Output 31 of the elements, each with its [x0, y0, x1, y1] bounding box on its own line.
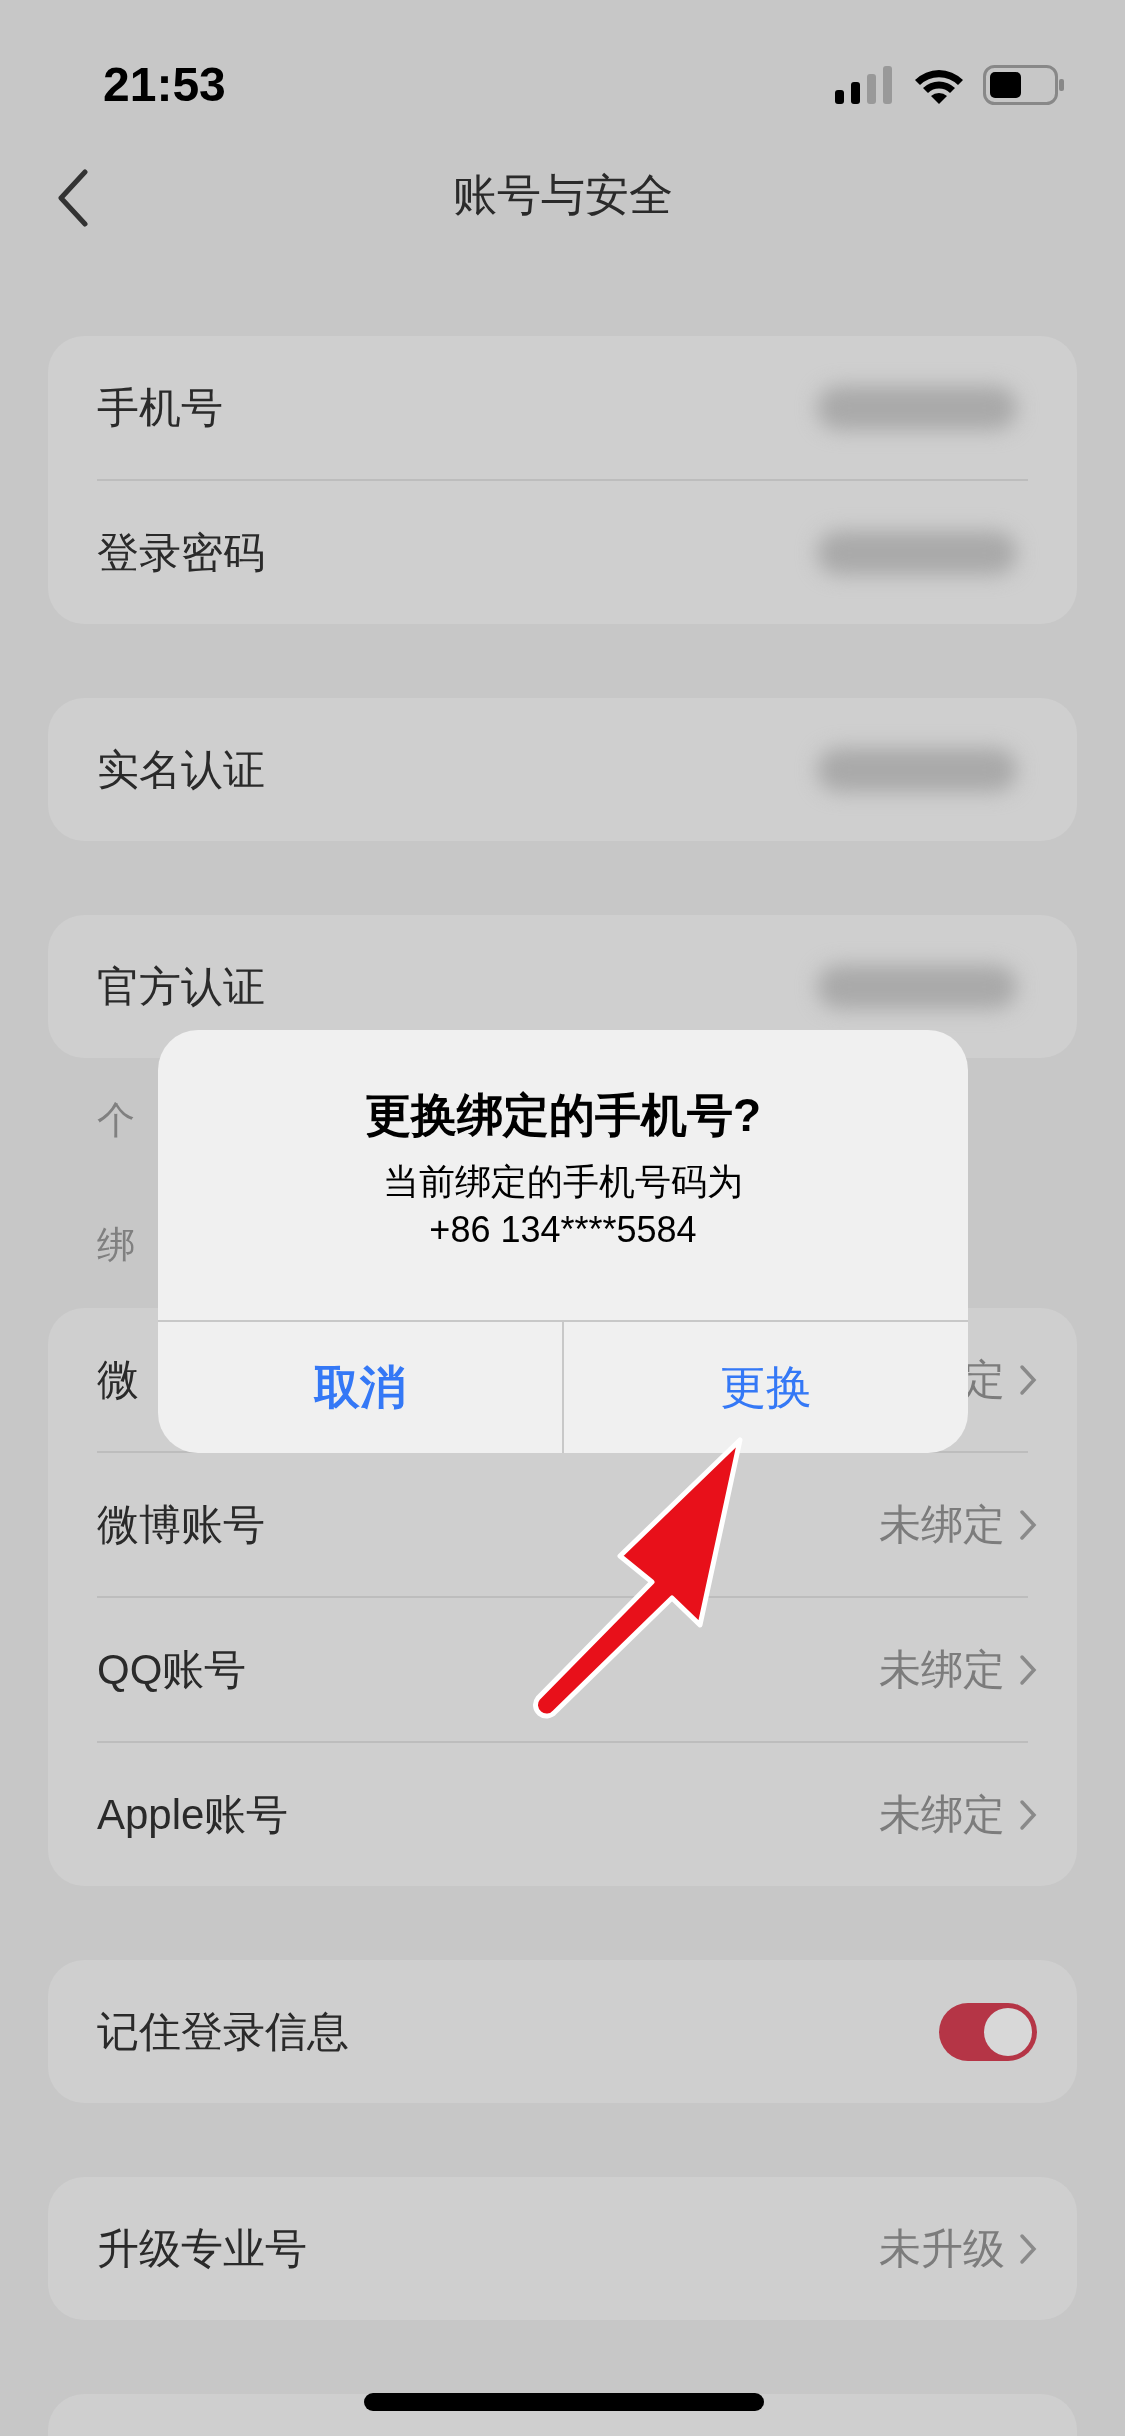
row-label: QQ账号 — [97, 1645, 247, 1695]
signal-icon — [835, 66, 895, 104]
battery-icon — [983, 65, 1065, 105]
row-label: 升级专业号 — [97, 2224, 307, 2274]
chevron-icon — [1019, 1363, 1037, 1396]
dialog-title: 更换绑定的手机号? — [364, 1088, 762, 1143]
row-label: 微博账号 — [97, 1500, 265, 1550]
chevron-icon — [1019, 1653, 1037, 1686]
dialog-message: 当前绑定的手机号码为 — [383, 1160, 743, 1204]
row-label: 记住登录信息 — [97, 2007, 349, 2057]
dialog-button[interactable]: 取消 — [158, 1322, 562, 1453]
chevron-icon — [1019, 1508, 1037, 1541]
row-label: 微 — [97, 1355, 139, 1405]
status-time: 21:53 — [103, 57, 226, 113]
row-value: 未升级 — [879, 2224, 1005, 2274]
section-caption: 个 — [97, 1098, 135, 1143]
row-label: 登录密码 — [97, 528, 265, 578]
back-icon — [56, 169, 90, 227]
row-value: 未绑定 — [879, 1790, 1005, 1840]
row-value: 未绑定 — [879, 1645, 1005, 1695]
row-label: 官方认证 — [97, 962, 265, 1012]
chevron-icon — [1019, 2232, 1037, 2265]
row-label: Apple账号 — [97, 1790, 289, 1840]
section-caption: 绑 — [97, 1223, 135, 1268]
dialog-message: +86 134****5584 — [429, 1208, 697, 1252]
row-label: 实名认证 — [97, 745, 265, 795]
toggle-switch[interactable] — [939, 2002, 1037, 2061]
row-value: 未绑定 — [879, 1500, 1005, 1550]
page-title: 账号与安全 — [452, 169, 673, 221]
chevron-icon — [1019, 1798, 1037, 1831]
row-label: 手机号 — [97, 383, 223, 433]
